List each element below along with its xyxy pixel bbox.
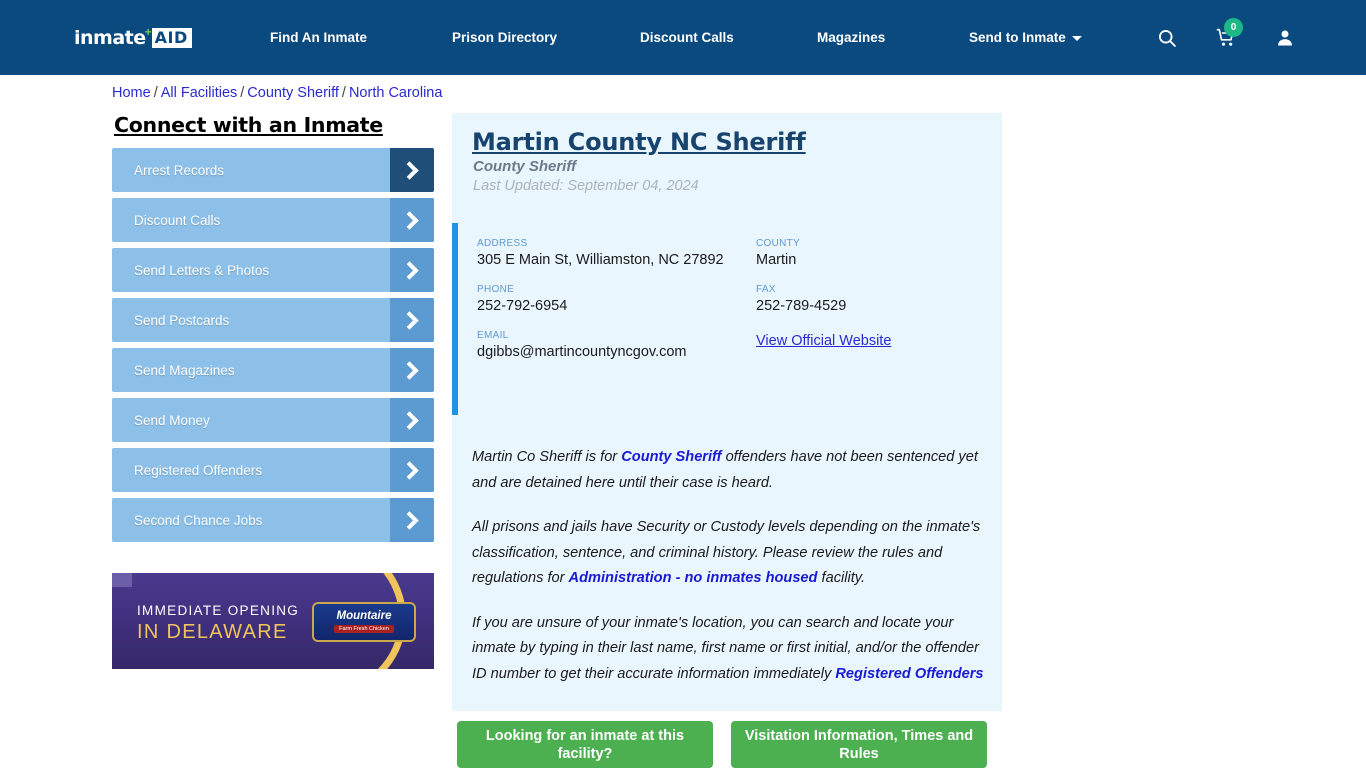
breadcrumb-separator: / xyxy=(341,85,346,101)
fax-value: 252-789-4529 xyxy=(756,298,847,314)
p1-text-a: Martin Co Sheriff is for xyxy=(472,449,622,465)
chevron-right-icon[interactable] xyxy=(390,148,434,192)
last-updated-text: Last Updated: September 04, 2024 xyxy=(473,178,699,194)
ad-corner-decoration xyxy=(112,573,132,587)
sidebar-item-send-money[interactable]: Send Money xyxy=(112,398,434,442)
sidebar: Connect with an Inmate Arrest Records Di… xyxy=(112,113,434,548)
registered-offenders-link[interactable]: Registered Offenders xyxy=(835,666,983,682)
facility-type: County Sheriff xyxy=(473,158,577,175)
chevron-right-icon[interactable] xyxy=(390,448,434,492)
sidebar-item-second-chance-jobs[interactable]: Second Chance Jobs xyxy=(112,498,434,542)
ad-advertiser-logo: Mountaire Farm Fresh Chicken xyxy=(312,602,416,642)
contact-column-left: ADDRESS 305 E Main St, Williamston, NC 2… xyxy=(477,238,727,376)
chevron-right-icon[interactable] xyxy=(390,198,434,242)
logo-aid-badge: AID xyxy=(151,27,192,49)
breadcrumb-item-all-facilities[interactable]: All Facilities xyxy=(161,85,238,101)
email-value: dgibbs@martincountyncgov.com xyxy=(477,344,687,360)
chevron-right-icon[interactable] xyxy=(390,348,434,392)
county-sheriff-link[interactable]: County Sheriff xyxy=(621,449,721,465)
email-label: EMAIL xyxy=(477,330,509,341)
breadcrumb: Home / All Facilities / County Sheriff / North… xyxy=(112,85,442,101)
chevron-right-icon[interactable] xyxy=(390,298,434,342)
sidebar-item-send-postcards[interactable]: Send Postcards xyxy=(112,298,434,342)
breadcrumb-separator: / xyxy=(240,85,245,101)
site-logo[interactable]: inmate + AID xyxy=(74,25,192,50)
nav-item-discount-calls[interactable]: Discount Calls xyxy=(640,30,734,45)
ad-headline-line1: IMMEDIATE OPENING xyxy=(137,603,300,618)
cart-icon[interactable]: 0 xyxy=(1215,17,1243,49)
administration-link[interactable]: Administration - no inmates housed xyxy=(569,570,818,586)
ad-logo-name: Mountaire xyxy=(336,610,392,623)
facility-contact-block: ADDRESS 305 E Main St, Williamston, NC 2… xyxy=(452,223,1002,415)
breadcrumb-item-home[interactable]: Home xyxy=(112,85,151,101)
chevron-down-icon xyxy=(1071,36,1082,41)
nav-item-prison-directory[interactable]: Prison Directory xyxy=(452,30,557,45)
facility-detail-card: Martin County NC Sheriff County Sheriff … xyxy=(452,113,1002,711)
sidebar-title: Connect with an Inmate xyxy=(114,113,383,137)
county-value: Martin xyxy=(756,252,797,268)
sidebar-item-send-magazines[interactable]: Send Magazines xyxy=(112,348,434,392)
description-paragraph-3: If you are unsure of your inmate's locat… xyxy=(472,611,984,688)
logo-plus-icon: + xyxy=(144,25,152,39)
breadcrumb-item-county-sheriff[interactable]: County Sheriff xyxy=(247,85,339,101)
contact-column-right: COUNTY Martin FAX 252-789-4529 View Offi… xyxy=(756,238,982,350)
description-paragraph-2: All prisons and jails have Security or C… xyxy=(472,515,984,592)
nav-item-send-to-inmate-label: Send to Inmate xyxy=(969,30,1066,45)
breadcrumb-item-north-carolina[interactable]: North Carolina xyxy=(349,85,443,101)
sidebar-item-label: Send Magazines xyxy=(134,362,235,378)
sidebar-item-label: Second Chance Jobs xyxy=(134,512,263,528)
nav-item-send-to-inmate[interactable]: Send to Inmate xyxy=(969,30,1082,45)
facility-description: Martin Co Sheriff is for County Sheriff … xyxy=(472,445,984,706)
site-header: inmate + AID Find An Inmate Prison Direc… xyxy=(0,0,1366,75)
breadcrumb-separator: / xyxy=(153,85,158,101)
ad-logo-tagline: Farm Fresh Chicken xyxy=(334,624,394,633)
sidebar-item-arrest-records[interactable]: Arrest Records xyxy=(112,148,434,192)
phone-value: 252-792-6954 xyxy=(477,298,568,314)
county-label: COUNTY xyxy=(756,238,801,249)
sidebar-item-label: Send Letters & Photos xyxy=(134,262,270,278)
advertisement-banner[interactable]: IMMEDIATE OPENING IN DELAWARE Mountaire … xyxy=(112,573,434,669)
chevron-right-icon[interactable] xyxy=(390,248,434,292)
visitation-info-button[interactable]: Visitation Information, Times and Rules xyxy=(731,721,987,768)
sidebar-item-label: Send Postcards xyxy=(134,312,230,328)
sidebar-item-label: Send Money xyxy=(134,412,210,428)
sidebar-item-label: Discount Calls xyxy=(134,212,221,228)
official-website-link[interactable]: View Official Website xyxy=(756,333,891,349)
nav-item-find-an-inmate[interactable]: Find An Inmate xyxy=(270,30,367,45)
p2-text-b: facility. xyxy=(817,570,866,586)
search-icon[interactable] xyxy=(1156,27,1178,49)
cart-count-badge: 0 xyxy=(1224,17,1243,37)
ad-headline-line2: IN DELAWARE xyxy=(137,621,288,643)
sidebar-item-label: Registered Offenders xyxy=(134,462,263,478)
sidebar-item-label: Arrest Records xyxy=(134,162,225,178)
sidebar-item-send-letters-photos[interactable]: Send Letters & Photos xyxy=(112,248,434,292)
logo-wordmark: inmate xyxy=(74,26,146,49)
chevron-right-icon[interactable] xyxy=(390,498,434,542)
fax-label: FAX xyxy=(756,284,776,295)
sidebar-item-discount-calls[interactable]: Discount Calls xyxy=(112,198,434,242)
user-icon[interactable] xyxy=(1274,27,1296,49)
nav-item-magazines[interactable]: Magazines xyxy=(817,30,885,45)
phone-label: PHONE xyxy=(477,284,515,295)
description-paragraph-1: Martin Co Sheriff is for County Sheriff … xyxy=(472,445,984,496)
address-value: 305 E Main St, Williamston, NC 27892 xyxy=(477,252,724,268)
page-title: Martin County NC Sheriff xyxy=(472,128,806,156)
header-icon-group: 0 xyxy=(1156,0,1296,75)
cta-button-row: Looking for an inmate at this facility? … xyxy=(457,721,987,768)
accent-bar xyxy=(452,223,458,415)
find-inmate-button[interactable]: Looking for an inmate at this facility? xyxy=(457,721,713,768)
chevron-right-icon[interactable] xyxy=(390,398,434,442)
address-label: ADDRESS xyxy=(477,238,528,249)
sidebar-item-registered-offenders[interactable]: Registered Offenders xyxy=(112,448,434,492)
